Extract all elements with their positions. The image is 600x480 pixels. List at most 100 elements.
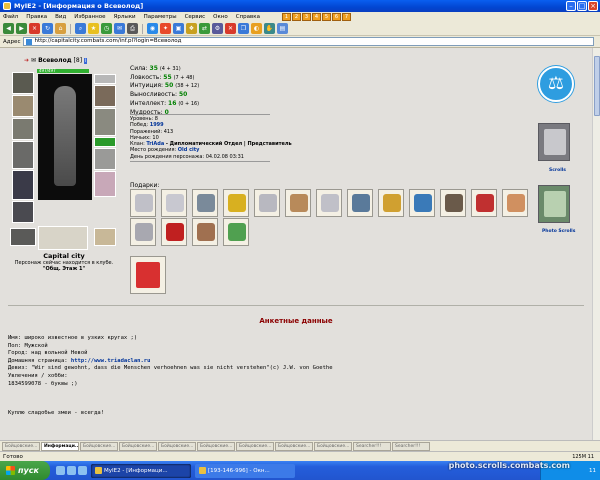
start-button[interactable]: пуск xyxy=(0,461,50,480)
helmet-slot[interactable] xyxy=(12,72,34,94)
gift-big-item[interactable] xyxy=(130,256,166,294)
earrings-slot[interactable] xyxy=(12,95,34,117)
bag-slot[interactable] xyxy=(94,228,116,246)
page-tab[interactable]: Бойцовские... xyxy=(158,441,196,451)
image-toggle-icon[interactable]: ▣ xyxy=(173,23,184,34)
belt-slot[interactable] xyxy=(12,201,34,223)
scrollbar-thumb[interactable] xyxy=(594,56,600,116)
info-icon[interactable]: i xyxy=(84,57,88,64)
page-tab[interactable]: Бойцовские... xyxy=(236,441,274,451)
gloves-slot[interactable] xyxy=(94,85,116,107)
maximize-button[interactable]: □ xyxy=(577,1,587,11)
page-tab[interactable]: Бойцовские... xyxy=(197,441,235,451)
page-tab[interactable]: Searcher!!! xyxy=(392,441,430,451)
amulet-slot[interactable] xyxy=(12,118,34,140)
quick-launch-icon[interactable] xyxy=(56,466,65,475)
page-tab[interactable]: Бойцовские... xyxy=(80,441,118,451)
taskbar-task-window[interactable]: [193-146-996] - Окн... xyxy=(195,463,295,478)
menu-view[interactable]: Вид xyxy=(55,14,66,20)
menu-window[interactable]: Окно xyxy=(213,14,228,20)
page-tab[interactable]: Бойцовские... xyxy=(2,441,40,451)
page-tab[interactable]: Бойцовские... xyxy=(314,441,352,451)
scrolls-caption[interactable]: Scrolls xyxy=(549,168,566,173)
arrow-icon[interactable]: ➜ xyxy=(24,57,29,64)
group-3-icon[interactable]: 3 xyxy=(301,13,311,21)
scales-icon[interactable]: ⚖ xyxy=(538,66,574,102)
back-icon[interactable]: ◀ xyxy=(3,23,14,34)
homepage-link[interactable]: http://www.triadaclan.ru xyxy=(71,358,150,364)
gift-item[interactable] xyxy=(223,189,249,217)
monitor-icon[interactable]: ▤ xyxy=(277,23,288,34)
armor-slot[interactable] xyxy=(12,170,34,200)
search-icon[interactable]: ⌕ xyxy=(75,23,86,34)
refresh-icon[interactable]: ↻ xyxy=(42,23,53,34)
popup-block-icon[interactable]: ◉ xyxy=(147,23,158,34)
vertical-scrollbar[interactable] xyxy=(592,48,600,440)
history-icon[interactable]: ◷ xyxy=(101,23,112,34)
page-tab[interactable]: Бойцовские... xyxy=(119,441,157,451)
stop-icon[interactable]: × xyxy=(29,23,40,34)
clan-link[interactable]: TriAda xyxy=(146,141,164,147)
gift-item[interactable] xyxy=(254,189,280,217)
new-window-icon[interactable]: ❐ xyxy=(238,23,249,34)
menu-options[interactable]: Параметры xyxy=(144,14,177,20)
close-button[interactable]: × xyxy=(588,1,598,11)
pet-slot[interactable] xyxy=(94,171,116,197)
gift-item[interactable] xyxy=(502,189,528,217)
leggings-slot[interactable] xyxy=(94,148,116,170)
private-chat-icon[interactable]: ✉ xyxy=(31,57,36,64)
boots-slot[interactable] xyxy=(10,228,36,246)
gift-item[interactable] xyxy=(285,189,311,217)
photo-scrolls-caption[interactable]: Photo Scrolls xyxy=(542,229,575,234)
gift-item[interactable] xyxy=(471,189,497,217)
group-1-icon[interactable]: 1 xyxy=(281,13,291,21)
group-4-icon[interactable]: 4 xyxy=(311,13,321,21)
gift-item[interactable] xyxy=(409,189,435,217)
gift-item[interactable] xyxy=(347,189,373,217)
rings-row-slot[interactable] xyxy=(94,137,116,147)
group-5-icon[interactable]: 5 xyxy=(321,13,331,21)
gift-item[interactable] xyxy=(192,218,218,246)
gift-item[interactable] xyxy=(378,189,404,217)
close-all-icon[interactable]: ✕ xyxy=(225,23,236,34)
photo-scroll-item[interactable] xyxy=(538,185,570,223)
page-tab[interactable]: Searcher!!! xyxy=(353,441,391,451)
page-tab[interactable]: Бойцовские... xyxy=(275,441,313,451)
print-icon[interactable]: ⎙ xyxy=(127,23,138,34)
gift-item[interactable] xyxy=(440,189,466,217)
scroll-item[interactable] xyxy=(538,123,570,161)
script-toggle-icon[interactable]: ❖ xyxy=(186,23,197,34)
mail-icon[interactable]: ✉ xyxy=(114,23,125,34)
address-input[interactable]: http://capitalcity.combats.com/inf.pl?lo… xyxy=(23,37,594,46)
menu-tools[interactable]: Сервис xyxy=(185,14,206,20)
group-2-icon[interactable]: 2 xyxy=(291,13,301,21)
settings-icon[interactable]: ⚙ xyxy=(212,23,223,34)
home-icon[interactable]: ⌂ xyxy=(55,23,66,34)
ring-slot[interactable] xyxy=(94,74,116,84)
gift-item[interactable] xyxy=(161,189,187,217)
gift-item[interactable] xyxy=(192,189,218,217)
gift-item[interactable] xyxy=(223,218,249,246)
menu-edit[interactable]: Правка xyxy=(26,14,47,20)
page-tab-active[interactable]: Информаци... xyxy=(41,441,79,451)
gift-item[interactable] xyxy=(130,218,156,246)
favorites-icon[interactable]: ★ xyxy=(88,23,99,34)
menu-favorites[interactable]: Избранное xyxy=(74,14,105,20)
minimize-button[interactable]: – xyxy=(566,1,576,11)
shield-slot[interactable] xyxy=(94,108,116,136)
group-7-icon[interactable]: 7 xyxy=(341,13,351,21)
gift-item[interactable] xyxy=(161,218,187,246)
quick-launch-icon[interactable] xyxy=(78,466,87,475)
gift-item[interactable] xyxy=(316,189,342,217)
skin-icon[interactable]: ◐ xyxy=(251,23,262,34)
quick-launch-icon[interactable] xyxy=(67,466,76,475)
taskbar-task-browser[interactable]: MyIE2 - [Информаци... xyxy=(91,463,191,478)
weapon-slot[interactable] xyxy=(12,141,34,169)
forward-icon[interactable]: ▶ xyxy=(16,23,27,34)
group-6-icon[interactable]: 6 xyxy=(331,13,341,21)
mouse-gesture-icon[interactable]: ✋ xyxy=(264,23,275,34)
menu-shortcuts[interactable]: Ярлыки xyxy=(114,14,136,20)
flash-block-icon[interactable]: ✦ xyxy=(160,23,171,34)
menu-help[interactable]: Справка xyxy=(236,14,260,20)
menu-file[interactable]: Файл xyxy=(3,14,18,20)
